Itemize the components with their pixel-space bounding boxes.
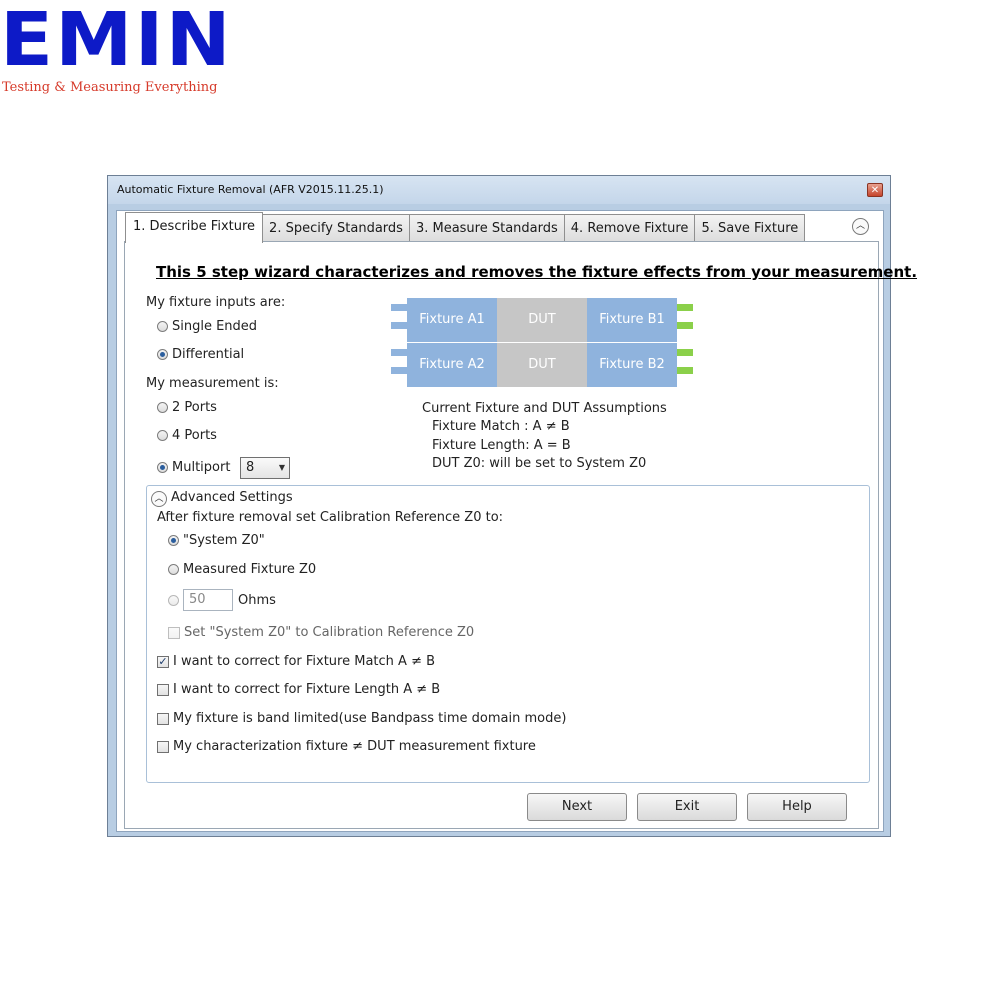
measured-z0-label[interactable]: Measured Fixture Z0 bbox=[183, 562, 316, 577]
a2-pin-bottom bbox=[391, 367, 407, 374]
differential-radio[interactable] bbox=[157, 349, 168, 360]
title-bar[interactable]: Automatic Fixture Removal (AFR V2015.11.… bbox=[108, 176, 890, 204]
correct-match-label[interactable]: I want to correct for Fixture Match A ≠ … bbox=[173, 654, 435, 669]
help-button[interactable]: Help bbox=[747, 793, 847, 821]
four-ports-radio[interactable] bbox=[157, 430, 168, 441]
set-system-z0-label[interactable]: Set "System Z0" to Calibration Reference… bbox=[184, 625, 474, 640]
wizard-tabs: 1. Describe Fixture 2. Specify Standards… bbox=[125, 212, 806, 243]
correct-length-checkbox[interactable] bbox=[157, 684, 169, 696]
char-fixture-label[interactable]: My characterization fixture ≠ DUT measur… bbox=[173, 739, 536, 754]
tab-measure-standards[interactable]: 3. Measure Standards bbox=[408, 214, 565, 242]
fixture-a1-block: Fixture A1 bbox=[407, 298, 497, 342]
two-ports-label[interactable]: 2 Ports bbox=[172, 400, 217, 415]
a1-pin-top bbox=[391, 304, 407, 311]
differential-label[interactable]: Differential bbox=[172, 347, 244, 362]
logo-tagline: Testing & Measuring Everything bbox=[2, 80, 218, 95]
after-removal-label: After fixture removal set Calibration Re… bbox=[157, 510, 504, 525]
fixture-inputs-label: My fixture inputs are: bbox=[146, 295, 286, 310]
checkmark-icon: ✓ bbox=[158, 655, 168, 668]
page-title: This 5 step wizard characterizes and rem… bbox=[156, 263, 918, 281]
a2-pin-top bbox=[391, 349, 407, 356]
char-fixture-checkbox[interactable] bbox=[157, 741, 169, 753]
fixture-diagram: Fixture A1 Fixture A2 DUT DUT Fixture B1… bbox=[391, 298, 694, 387]
multiport-label[interactable]: Multiport bbox=[172, 460, 230, 475]
fixture-b2-block: Fixture B2 bbox=[587, 343, 677, 387]
b2-pin-top bbox=[677, 349, 693, 356]
tab-save-fixture[interactable]: 5. Save Fixture bbox=[694, 214, 806, 242]
advanced-settings-group: ︿ Advanced Settings After fixture remova… bbox=[146, 485, 870, 783]
tab-specify-standards[interactable]: 2. Specify Standards bbox=[262, 214, 410, 242]
describe-fixture-panel: This 5 step wizard characterizes and rem… bbox=[124, 241, 917, 829]
next-button[interactable]: Next bbox=[527, 793, 627, 821]
dut-block-bottom: DUT bbox=[497, 343, 587, 387]
band-limited-label[interactable]: My fixture is band limited(use Bandpass … bbox=[173, 711, 566, 726]
assumptions-title: Current Fixture and DUT Assumptions bbox=[422, 401, 667, 416]
b1-pin-top bbox=[677, 304, 693, 311]
advanced-settings-toggle[interactable]: ︿ bbox=[151, 491, 167, 507]
correct-length-label[interactable]: I want to correct for Fixture Length A ≠… bbox=[173, 682, 440, 697]
afr-window: Automatic Fixture Removal (AFR V2015.11.… bbox=[107, 175, 917, 837]
exit-button[interactable]: Exit bbox=[637, 793, 737, 821]
dropdown-arrow-icon: ▼ bbox=[278, 463, 285, 472]
band-limited-checkbox[interactable] bbox=[157, 713, 169, 725]
assumption-fixture-length: Fixture Length: A = B bbox=[432, 438, 571, 453]
system-z0-label[interactable]: "System Z0" bbox=[183, 533, 265, 548]
two-ports-radio[interactable] bbox=[157, 402, 168, 413]
measured-z0-radio[interactable] bbox=[168, 564, 179, 575]
system-z0-radio[interactable] bbox=[168, 535, 179, 546]
wizard-client: 1. Describe Fixture 2. Specify Standards… bbox=[116, 210, 917, 832]
window-title: Automatic Fixture Removal (AFR V2015.11.… bbox=[117, 183, 384, 196]
chevron-up-icon: ︿ bbox=[855, 221, 865, 231]
single-ended-radio[interactable] bbox=[157, 321, 168, 332]
correct-match-checkbox[interactable]: ✓ bbox=[157, 656, 169, 668]
logo-word: EMIN bbox=[0, 0, 233, 83]
multiport-radio[interactable] bbox=[157, 462, 168, 473]
close-icon: ✕ bbox=[870, 185, 880, 196]
collapse-panel-button[interactable]: ︿ bbox=[852, 218, 869, 235]
custom-z0-radio[interactable] bbox=[168, 595, 179, 606]
a1-pin-bottom bbox=[391, 322, 407, 329]
emin-logo: EMIN Testing & Measuring Everything bbox=[0, 0, 231, 100]
advanced-settings-title[interactable]: Advanced Settings bbox=[171, 490, 293, 505]
close-button[interactable]: ✕ bbox=[867, 183, 883, 197]
four-ports-label[interactable]: 4 Ports bbox=[172, 428, 217, 443]
assumption-fixture-match: Fixture Match : A ≠ B bbox=[432, 419, 570, 434]
single-ended-label[interactable]: Single Ended bbox=[172, 319, 257, 334]
assumption-dut-z0: DUT Z0: will be set to System Z0 bbox=[432, 456, 647, 471]
set-system-z0-checkbox[interactable] bbox=[168, 627, 180, 639]
chevron-up-icon: ︿ bbox=[154, 494, 164, 504]
fixture-b1-block: Fixture B1 bbox=[587, 298, 677, 342]
b2-pin-bottom bbox=[677, 367, 693, 374]
ohms-label: Ohms bbox=[238, 593, 276, 608]
dut-block-top: DUT bbox=[497, 298, 587, 342]
measurement-label: My measurement is: bbox=[146, 376, 279, 391]
tab-remove-fixture[interactable]: 4. Remove Fixture bbox=[563, 214, 696, 242]
multiport-count-value: 8 bbox=[246, 460, 255, 475]
custom-z0-input[interactable]: 50 bbox=[183, 589, 233, 611]
b1-pin-bottom bbox=[677, 322, 693, 329]
fixture-a2-block: Fixture A2 bbox=[407, 343, 497, 387]
multiport-count-select[interactable]: 8 ▼ bbox=[240, 457, 290, 479]
tab-describe-fixture[interactable]: 1. Describe Fixture bbox=[125, 212, 264, 243]
